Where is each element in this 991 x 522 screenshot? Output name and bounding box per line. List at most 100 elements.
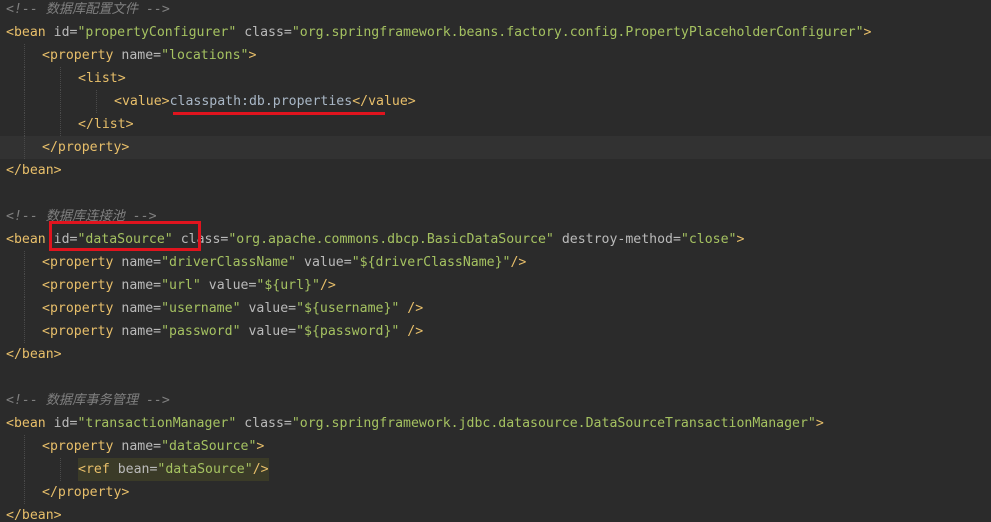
token-attr: value= [208,278,257,293]
code-text: <property name="driverClassName" value="… [42,251,526,274]
token-tag: <value> [114,94,170,109]
token-plain: classpath:db.properties [169,94,353,109]
indent-guide [24,44,25,67]
code-line[interactable]: <ref bean="dataSource"/> [0,458,991,481]
token-tag: > [248,48,257,63]
token-str: "dataSource" [157,462,253,477]
code-text: <bean id="transactionManager" class="org… [6,412,824,435]
indent-guide [96,90,97,113]
token-tag: <property [42,48,122,63]
indent-guide [24,113,25,136]
indent-guide [24,67,25,90]
token-tag: </bean> [6,347,62,362]
code-text: <list> [78,67,126,90]
token-attr: bean= [117,462,158,477]
token-tag: /> [407,324,424,339]
token-str: "dataSource" [161,439,257,454]
code-line[interactable]: </list> [0,113,991,136]
token-attr: destroy-method= [561,232,681,247]
token-tag: > [815,416,824,431]
code-text: </property> [42,136,129,159]
token-str: "transactionManager" [77,416,237,431]
code-line[interactable]: </property> [0,481,991,504]
token-tag: <bean [6,25,54,40]
code-line[interactable]: </property> [0,136,991,159]
indent-guide [24,90,25,113]
token-attr: name= [121,324,162,339]
token-str: "username" [161,301,241,316]
code-line[interactable]: <bean id="propertyConfigurer" class="org… [0,21,991,44]
token-tag: /> [407,301,424,316]
indent-guide [24,251,25,274]
token-str: "url" [161,278,201,293]
indent-guide [24,136,25,159]
token-tag: <list> [78,71,126,86]
token-str: "${url}" [256,278,320,293]
indent-guide [24,320,25,343]
code-line[interactable]: </bean> [0,504,991,522]
code-line[interactable]: <property name="driverClassName" value="… [0,251,991,274]
code-line[interactable]: <property name="password" value="${passw… [0,320,991,343]
token-attr: name= [121,48,162,63]
token-attr: name= [121,255,162,270]
code-line[interactable]: </bean> [0,343,991,366]
code-line[interactable] [0,182,991,205]
token-str: "${username}" [296,301,400,316]
token-tag: <property [42,278,122,293]
token-tag: <property [42,439,122,454]
code-line[interactable]: <list> [0,67,991,90]
token-tag: <property [42,324,122,339]
code-line[interactable]: <!-- 数据库配置文件 --> [0,0,991,21]
indent-guide [24,297,25,320]
token-attr: value= [248,324,297,339]
code-text: <property name="password" value="${passw… [42,320,423,343]
code-editor[interactable]: <!-- 数据库配置文件 --> <bean id="propertyConfig… [0,0,991,522]
token-tag: <bean [6,232,54,247]
token-attr: id= [53,416,78,431]
token-tag: /> [252,462,269,477]
token-attr: value= [304,255,352,270]
code-line[interactable]: <property name="url" value="${url}"/> [0,274,991,297]
code-line[interactable]: <property name="dataSource"> [0,435,991,458]
token-str: "org.apache.commons.dbcp.BasicDataSource… [228,232,554,247]
code-text: <value>classpath:db.properties</value> [114,90,416,113]
token-attr: name= [121,439,162,454]
token-tag: <bean [6,416,54,431]
code-line[interactable]: <bean id="transactionManager" class="org… [0,412,991,435]
token-tag: </value> [352,94,416,109]
token-tag: /> [510,255,527,270]
code-line[interactable]: <property name="locations"> [0,44,991,67]
indent-guide [24,481,25,504]
code-text: <property name="username" value="${usern… [42,297,423,320]
code-text: <property name="dataSource"> [42,435,264,458]
code-line[interactable]: <property name="username" value="${usern… [0,297,991,320]
code-text: <property name="locations"> [42,44,256,67]
token-attr: value= [248,301,297,316]
code-line[interactable]: </bean> [0,159,991,182]
token-str: "locations" [161,48,249,63]
token-tag: /> [319,278,336,293]
code-text: <!-- 数据库事务管理 --> [6,389,170,412]
code-line[interactable] [0,366,991,389]
token-cmt: <!-- 数据库配置文件 --> [6,2,170,17]
token-attr: name= [121,301,162,316]
indent-guide [60,67,61,90]
token-str: "${driverClassName}" [351,255,511,270]
indent-guide [60,90,61,113]
token-str: "close" [680,232,737,247]
code-text: </property> [42,481,129,504]
token-tag: <property [42,255,122,270]
code-text: </bean> [6,159,62,182]
token-tag: </property> [42,485,130,500]
token-tag: <ref [78,462,118,477]
token-str: "org.springframework.jdbc.datasource.Dat… [291,416,816,431]
token-attr: id= [53,25,78,40]
token-attr: name= [121,278,162,293]
token-tag: > [256,439,265,454]
code-line[interactable]: <!-- 数据库事务管理 --> [0,389,991,412]
token-tag: > [736,232,745,247]
code-line[interactable]: <value>classpath:db.properties</value> [0,90,991,113]
